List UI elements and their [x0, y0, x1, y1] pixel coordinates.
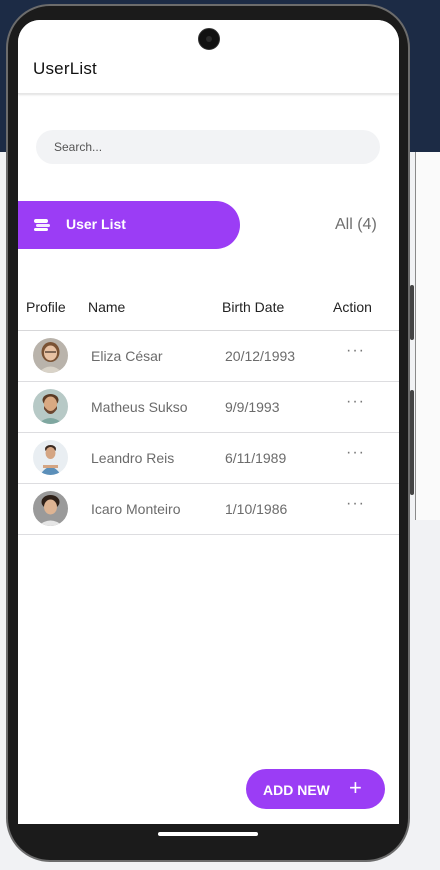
more-options-icon[interactable]: ···: [346, 393, 365, 411]
table-row[interactable]: Matheus Sukso 9/9/1993 ···: [18, 381, 399, 433]
user-name: Icaro Monteiro: [91, 501, 181, 517]
column-header-profile: Profile: [26, 299, 66, 315]
search-input[interactable]: [36, 130, 380, 164]
table-row[interactable]: Icaro Monteiro 1/10/1986 ···: [18, 483, 399, 535]
table-row[interactable]: Eliza César 20/12/1993 ···: [18, 330, 399, 382]
avatar: [33, 389, 68, 424]
table-row[interactable]: Leandro Reis 6/11/1989 ···: [18, 432, 399, 484]
plus-icon: +: [349, 775, 362, 800]
user-birth-date: 1/10/1986: [225, 501, 288, 517]
power-button: [410, 285, 414, 340]
add-new-button[interactable]: ADD NEW +: [246, 769, 385, 809]
column-header-birth-date: Birth Date: [222, 299, 285, 315]
user-name: Leandro Reis: [91, 450, 175, 466]
user-count-label: All (4): [335, 216, 377, 233]
avatar: [33, 338, 68, 373]
user-name: Matheus Sukso: [91, 399, 188, 415]
tab-user-list-label: User List: [66, 216, 126, 232]
more-options-icon[interactable]: ···: [346, 342, 365, 360]
add-new-label: ADD NEW: [263, 782, 330, 798]
user-birth-date: 9/9/1993: [225, 399, 280, 415]
user-birth-date: 20/12/1993: [225, 348, 296, 364]
list-icon: [34, 219, 50, 231]
tab-user-list[interactable]: User List: [18, 201, 240, 249]
volume-button: [410, 390, 414, 495]
home-indicator[interactable]: [158, 832, 258, 836]
page-title: UserList: [33, 59, 97, 78]
more-options-icon[interactable]: ···: [346, 495, 365, 513]
user-birth-date: 6/11/1989: [225, 450, 287, 466]
more-options-icon[interactable]: ···: [346, 444, 365, 462]
avatar: [33, 440, 68, 475]
table-header: Profile Name Birth Date Action: [18, 288, 399, 331]
column-header-name: Name: [88, 299, 126, 315]
column-header-action: Action: [333, 299, 372, 315]
user-name: Eliza César: [91, 348, 163, 364]
app-screen: UserList User List All (4) Profile Name …: [18, 20, 399, 824]
editor-panel-top: [415, 0, 440, 152]
front-camera: [198, 28, 220, 50]
avatar: [33, 491, 68, 526]
